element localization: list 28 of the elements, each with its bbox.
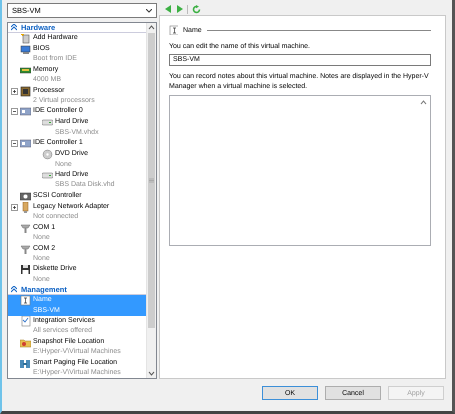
chevron-icon: [146, 8, 152, 12]
scroll-up-icon: [419, 98, 428, 107]
port-icon: [20, 244, 31, 254]
collapse-icon[interactable]: [11, 140, 18, 148]
collapse-icon[interactable]: [11, 108, 18, 116]
name-icon: [20, 295, 31, 306]
grip-icon[interactable]: [149, 178, 154, 183]
controller-icon: [20, 106, 31, 118]
folder-icon: [20, 336, 31, 348]
integration-icon: [20, 316, 31, 327]
bios-icon: [20, 44, 31, 55]
network-icon: [20, 202, 31, 213]
controller-icon: [20, 138, 31, 150]
paging-icon: [20, 358, 31, 369]
expand-icon[interactable]: [11, 204, 18, 211]
memory-icon: [20, 64, 31, 76]
processor-icon: [20, 86, 31, 97]
floppy-icon: [20, 264, 31, 276]
name-icon: [169, 25, 178, 35]
scsi-icon: [20, 190, 31, 202]
scrollbar[interactable]: [146, 23, 156, 378]
dvd-icon: [42, 149, 53, 160]
collapse-chevron-icon: [11, 286, 17, 294]
port-icon: [20, 222, 31, 234]
collapse-chevron-icon: [11, 24, 17, 31]
expand-icon[interactable]: [11, 88, 18, 95]
add-hardware-icon: [20, 33, 31, 44]
notes-field[interactable]: [169, 95, 431, 246]
